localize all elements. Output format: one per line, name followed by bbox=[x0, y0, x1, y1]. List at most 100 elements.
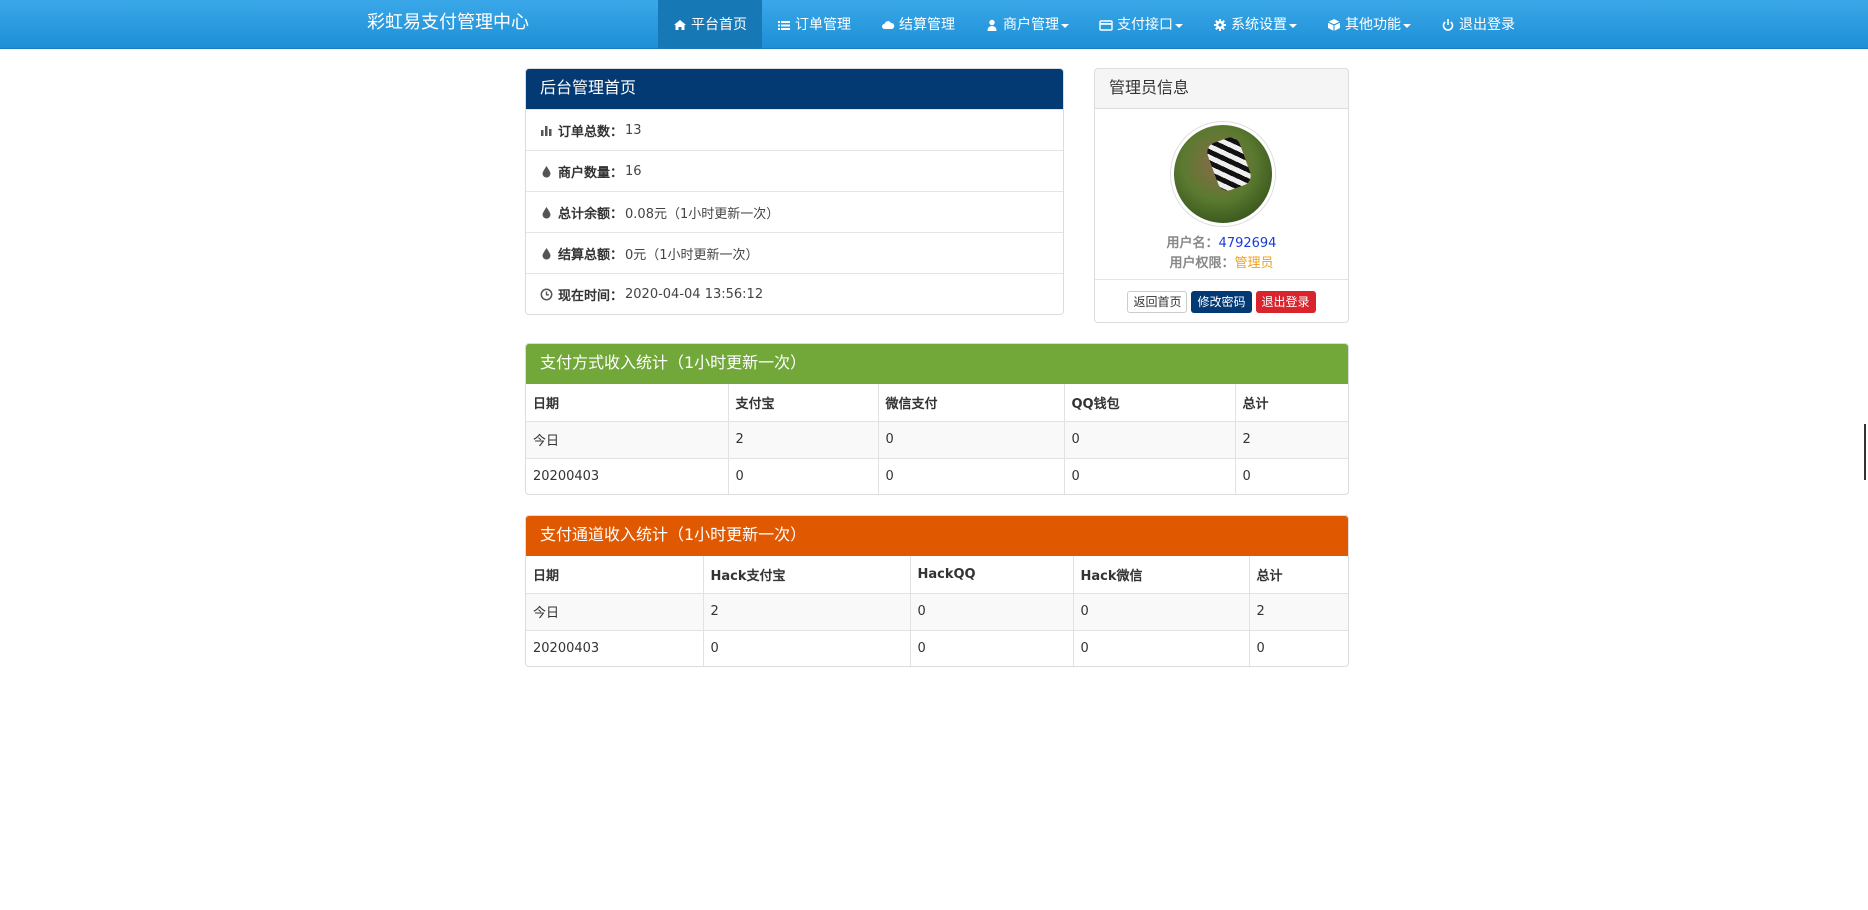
payment-method-stats-panel: 支付方式收入统计（1小时更新一次） 日期 支付宝 微信支付 QQ钱包 总计 今日… bbox=[525, 343, 1349, 495]
table-cell: 0 bbox=[909, 629, 1074, 666]
table-row: 今日 2 0 0 2 bbox=[526, 592, 1348, 631]
list-item: 现在时间： 2020-04-04 13:56:12 bbox=[526, 273, 1063, 314]
cube-icon bbox=[1327, 18, 1341, 31]
channel-stats-table: 日期 Hack支付宝 HackQQ Hack微信 总计 今日 2 0 0 2 2… bbox=[526, 556, 1348, 666]
column-header: 总计 bbox=[1234, 384, 1348, 422]
nav-item-system-settings[interactable]: 系统设置 bbox=[1198, 0, 1312, 49]
brand-title[interactable]: 彩虹易支付管理中心 bbox=[367, 0, 529, 49]
nav-label: 平台首页 bbox=[691, 16, 747, 33]
nav-item-merchants[interactable]: 商户管理 bbox=[970, 0, 1084, 49]
caret-down-icon bbox=[1061, 23, 1069, 28]
table-cell: 今日 bbox=[526, 420, 729, 459]
caret-down-icon bbox=[1175, 23, 1183, 28]
nav-label: 系统设置 bbox=[1231, 16, 1287, 33]
list-item: 商户数量： 16 bbox=[526, 150, 1063, 191]
list-icon bbox=[778, 20, 790, 30]
caret-down-icon bbox=[1403, 23, 1411, 28]
table-cell: 0 bbox=[702, 629, 911, 666]
admin-panel-title: 管理员信息 bbox=[1095, 69, 1348, 109]
column-header: 支付宝 bbox=[727, 384, 879, 422]
payment-stats-table: 日期 支付宝 微信支付 QQ钱包 总计 今日 2 0 0 2 20200403 … bbox=[526, 384, 1348, 494]
table-cell: 0 bbox=[1063, 457, 1236, 494]
drop-icon bbox=[542, 165, 551, 177]
cloud-icon bbox=[882, 20, 895, 29]
nav-label: 退出登录 bbox=[1459, 16, 1515, 33]
caret-down-icon bbox=[1289, 23, 1297, 28]
item-value: 16 bbox=[625, 163, 642, 179]
bar-chart-icon bbox=[541, 125, 552, 136]
list-item: 订单总数： 13 bbox=[526, 109, 1063, 150]
nav-item-orders[interactable]: 订单管理 bbox=[762, 0, 866, 49]
table-cell: 0 bbox=[1072, 592, 1250, 631]
nav-item-payment-api[interactable]: 支付接口 bbox=[1084, 0, 1198, 49]
overview-title: 后台管理首页 bbox=[526, 69, 1063, 109]
power-icon bbox=[1442, 18, 1454, 31]
username-line: 用户名：4792694 bbox=[1095, 232, 1348, 251]
nav-item-home[interactable]: 平台首页 bbox=[658, 0, 762, 49]
nav-label: 其他功能 bbox=[1345, 16, 1401, 33]
overview-panel: 后台管理首页 订单总数： 13 商户数量： 16 总计余额： 0.08元（1小时… bbox=[525, 68, 1064, 315]
table-cell: 今日 bbox=[526, 592, 704, 631]
table-cell: 0 bbox=[1248, 629, 1348, 666]
home-icon bbox=[674, 19, 686, 30]
item-label: 结算总额： bbox=[558, 247, 624, 263]
table-cell: 0 bbox=[877, 420, 1065, 459]
table-cell: 20200403 bbox=[526, 629, 704, 666]
nav-item-settlement[interactable]: 结算管理 bbox=[866, 0, 970, 49]
nav-label: 结算管理 bbox=[899, 16, 955, 33]
table-cell: 2 bbox=[1248, 592, 1348, 631]
column-header: Hack支付宝 bbox=[702, 556, 911, 594]
admin-info-panel: 管理员信息 用户名：4792694 用户权限：管理员 返回首页 修改密码 退出登… bbox=[1094, 68, 1349, 323]
item-label: 商户数量： bbox=[558, 165, 624, 181]
drop-icon bbox=[542, 247, 551, 259]
table-cell: 20200403 bbox=[526, 457, 729, 494]
item-value: 0.08元（1小时更新一次） bbox=[625, 206, 780, 222]
table-header-row: 日期 Hack支付宝 HackQQ Hack微信 总计 bbox=[526, 556, 1348, 594]
drop-icon bbox=[542, 206, 551, 218]
clock-icon bbox=[540, 288, 553, 300]
table-cell: 0 bbox=[727, 457, 879, 494]
item-value: 2020-04-04 13:56:12 bbox=[625, 286, 764, 302]
column-header: 日期 bbox=[526, 556, 704, 594]
nav-item-logout[interactable]: 退出登录 bbox=[1426, 0, 1530, 49]
list-item: 总计余额： 0.08元（1小时更新一次） bbox=[526, 191, 1063, 232]
main-nav: 平台首页 订单管理 结算管理 商户管理 支付接口 系统设置 其他功能 退出登录 bbox=[658, 0, 1530, 49]
back-home-button[interactable]: 返回首页 bbox=[1127, 291, 1188, 313]
column-header: 微信支付 bbox=[877, 384, 1065, 422]
table-cell: 2 bbox=[727, 420, 879, 459]
admin-action-bar: 返回首页 修改密码 退出登录 bbox=[1095, 279, 1348, 322]
role-value: 管理员 bbox=[1234, 256, 1274, 271]
table-cell: 0 bbox=[1072, 629, 1250, 666]
channel-stats-title: 支付通道收入统计（1小时更新一次） bbox=[526, 516, 1348, 556]
table-row: 20200403 0 0 0 0 bbox=[526, 457, 1348, 494]
item-value: 13 bbox=[625, 122, 642, 138]
list-item: 结算总额： 0元（1小时更新一次） bbox=[526, 232, 1063, 273]
table-row: 20200403 0 0 0 0 bbox=[526, 629, 1348, 666]
user-icon bbox=[987, 19, 997, 31]
top-navbar: 彩虹易支付管理中心 平台首页 订单管理 结算管理 商户管理 支付接口 系统设置 bbox=[0, 0, 1868, 49]
table-row: 今日 2 0 0 2 bbox=[526, 420, 1348, 459]
avatar bbox=[1171, 122, 1275, 226]
column-header: HackQQ bbox=[909, 556, 1074, 594]
nav-label: 订单管理 bbox=[795, 16, 851, 33]
logout-button[interactable]: 退出登录 bbox=[1255, 291, 1316, 313]
nav-item-other-functions[interactable]: 其他功能 bbox=[1312, 0, 1426, 49]
column-header: QQ钱包 bbox=[1063, 384, 1236, 422]
scrollbar-edge bbox=[1864, 424, 1866, 480]
change-password-button[interactable]: 修改密码 bbox=[1191, 291, 1252, 313]
credit-card-icon bbox=[1099, 19, 1113, 31]
column-header: 日期 bbox=[526, 384, 729, 422]
table-cell: 2 bbox=[702, 592, 911, 631]
payment-stats-title: 支付方式收入统计（1小时更新一次） bbox=[526, 344, 1348, 384]
item-label: 现在时间： bbox=[558, 288, 624, 304]
role-label: 用户权限： bbox=[1169, 256, 1235, 271]
gear-icon bbox=[1214, 18, 1226, 31]
table-cell: 0 bbox=[1063, 420, 1236, 459]
payment-channel-stats-panel: 支付通道收入统计（1小时更新一次） 日期 Hack支付宝 HackQQ Hack… bbox=[525, 515, 1349, 667]
column-header: Hack微信 bbox=[1072, 556, 1250, 594]
username-label: 用户名： bbox=[1166, 236, 1219, 251]
username-value: 4792694 bbox=[1218, 236, 1277, 251]
table-cell: 0 bbox=[877, 457, 1065, 494]
table-header-row: 日期 支付宝 微信支付 QQ钱包 总计 bbox=[526, 384, 1348, 422]
table-cell: 2 bbox=[1234, 420, 1348, 459]
